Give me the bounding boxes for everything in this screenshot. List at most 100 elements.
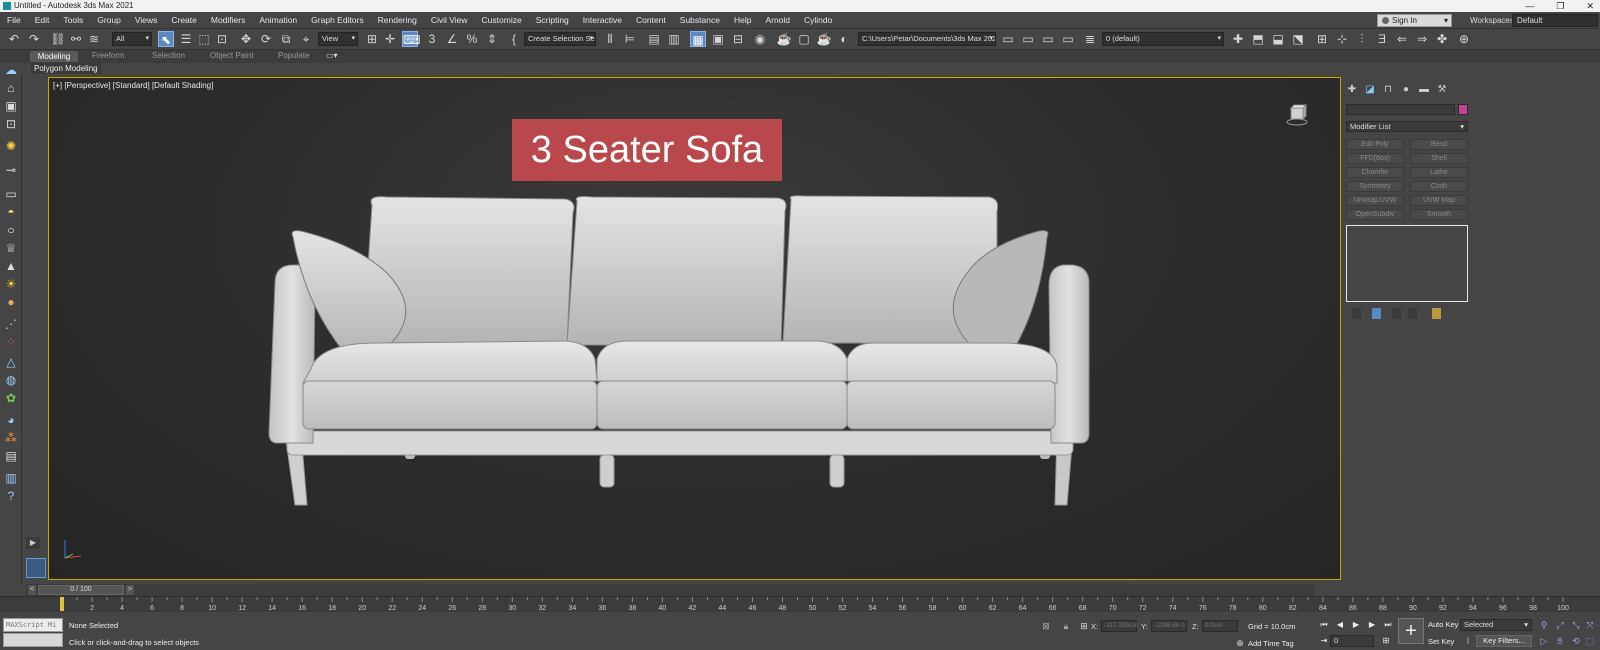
x-coordinate-field[interactable]: -117.985cm (1101, 620, 1138, 632)
schematic-view-icon[interactable]: ⊟ (730, 31, 746, 47)
key-mode-icon[interactable]: ⇥ (1318, 635, 1330, 647)
absolute-mode-icon[interactable]: ⊞ (1078, 620, 1090, 632)
modify-tab-icon[interactable]: ◪ (1364, 84, 1376, 96)
menu-create[interactable]: Create (164, 15, 204, 25)
motion-tab-icon[interactable]: ● (1400, 84, 1412, 96)
layer-dropdown[interactable]: 0 (default) ▾ (1102, 32, 1224, 46)
screen-icon[interactable]: ▣ (3, 98, 19, 114)
go-to-start-icon[interactable]: ⏮ (1318, 619, 1330, 631)
ribbon-options-icon[interactable]: ▭▾ (326, 51, 338, 60)
next-frame-icon[interactable]: > (126, 585, 134, 595)
import-icon[interactable]: ▭ (1060, 31, 1076, 47)
menu-edit[interactable]: Edit (28, 15, 57, 25)
y-coordinate-field[interactable]: -1298.66 c (1151, 620, 1187, 632)
set-key-button[interactable]: Set Key (1428, 637, 1454, 646)
modifier-button[interactable]: Bend (1410, 139, 1468, 150)
menu-cylindo[interactable]: Cylindo (797, 15, 839, 25)
current-frame-marker[interactable] (60, 597, 64, 611)
mirror-tool-icon[interactable]: Ǝ (1374, 31, 1390, 47)
undo-icon[interactable]: ↶ (6, 31, 22, 47)
pan-view-icon[interactable]: ✋︎ (1554, 635, 1566, 647)
pivot-center-icon[interactable]: ⊞ (364, 31, 380, 47)
hide-layer-icon[interactable]: ⬔ (1290, 31, 1306, 47)
spinner-snap-icon[interactable]: ⇕ (484, 31, 500, 47)
go-to-end-icon[interactable]: ⏭ (1382, 619, 1394, 631)
sign-in-dropdown[interactable]: Sign In ▾ (1377, 14, 1452, 27)
world-icon[interactable]: ◕ (3, 412, 19, 428)
modifier-button[interactable]: OpenSubdiv (1346, 209, 1404, 220)
modifier-button[interactable]: Shell (1410, 153, 1468, 164)
move-icon[interactable]: ✥ (238, 31, 254, 47)
menu-help[interactable]: Help (727, 15, 758, 25)
placement-icon[interactable]: ⌖ (298, 31, 314, 47)
menu-group[interactable]: Group (90, 15, 128, 25)
time-tag-icon[interactable]: ⊕ (1234, 637, 1246, 649)
zoom-icon[interactable]: ⊡ (3, 116, 19, 132)
zoom-extents-icon[interactable]: ⤡ (1570, 619, 1582, 631)
color-icon[interactable]: ⁂ (3, 430, 19, 446)
zoom-all-icon[interactable]: ⤢ (1554, 619, 1566, 631)
workspaces-dropdown[interactable]: Default (1512, 14, 1598, 27)
menu-views[interactable]: Views (128, 15, 165, 25)
modifier-button[interactable]: Edit Poly (1346, 139, 1404, 150)
help-icon[interactable]: ? (3, 488, 19, 504)
select-manipulate-icon[interactable]: ✛ (382, 31, 398, 47)
snaps-toggle-icon[interactable]: 3 (424, 31, 440, 47)
modifier-button[interactable]: Chamfer (1346, 167, 1404, 178)
tab-modeling[interactable]: Modeling (30, 51, 78, 62)
menu-content[interactable]: Content (629, 15, 673, 25)
named-selection-dropdown[interactable]: Create Selection Se ▾ (524, 32, 596, 46)
sofa-model[interactable] (267, 193, 1097, 533)
close-button[interactable]: ✕ (1586, 0, 1594, 12)
viewport-layout-icon[interactable] (26, 558, 46, 578)
selection-region-icon[interactable]: ⬚ (196, 31, 212, 47)
remove-modifier-icon[interactable] (1408, 308, 1417, 319)
create-tab-icon[interactable]: ✚ (1346, 84, 1358, 96)
auto-key-button[interactable]: Auto Key (1428, 620, 1458, 629)
menu-animation[interactable]: Animation (252, 15, 304, 25)
disc-icon[interactable]: ● (3, 294, 19, 310)
modifier-button[interactable]: Cloth (1410, 181, 1468, 192)
link-icon[interactable]: ⛓ (50, 31, 66, 47)
menu-rendering[interactable]: Rendering (371, 15, 424, 25)
crown-icon[interactable]: ♕ (3, 240, 19, 256)
scene-explorer-icon[interactable]: ▤ (646, 31, 662, 47)
time-slider[interactable]: < 0 / 100 > (26, 584, 1314, 596)
menu-modifiers[interactable]: Modifiers (204, 15, 252, 25)
helper-icon[interactable]: △ (3, 354, 19, 370)
time-slider-thumb[interactable]: 0 / 100 (38, 585, 124, 595)
tab-populate[interactable]: Populate (278, 51, 310, 60)
mirror-icon[interactable]: ⫴ (602, 31, 618, 47)
bind-spacewarp-icon[interactable]: ≋ (86, 31, 102, 47)
key-tangent-icon[interactable]: ⌇ (1462, 635, 1474, 647)
arrow-left-icon[interactable]: ⇐ (1394, 31, 1410, 47)
zoom-viewport-icon[interactable]: ⚲ (1538, 619, 1550, 631)
project-folder-icon[interactable]: ▭ (1000, 31, 1016, 47)
menu-interactive[interactable]: Interactive (576, 15, 629, 25)
object-name-field[interactable] (1346, 104, 1455, 115)
light-icon[interactable]: ✺ (3, 138, 19, 154)
omni-icon[interactable]: ○ (3, 222, 19, 238)
polygon-modeling-label[interactable]: Polygon Modeling (31, 63, 101, 74)
z-coordinate-field[interactable]: 0.0cm (1202, 620, 1238, 632)
mesh-icon[interactable]: ⋰ (3, 316, 19, 332)
percent-snap-icon[interactable]: % (464, 31, 480, 47)
edit-named-selection-icon[interactable]: { (506, 31, 522, 47)
add-time-tag[interactable]: Add Time Tag (1248, 639, 1294, 648)
modifier-stack[interactable] (1346, 225, 1468, 302)
menu-graph-editors[interactable]: Graph Editors (304, 15, 370, 25)
sphere-icon[interactable]: ◓ (3, 204, 19, 220)
lock-selection-icon[interactable]: 🔒︎ (1060, 620, 1072, 632)
utilities-tab-icon[interactable]: ⚒ (1436, 84, 1448, 96)
angle-snap-icon[interactable]: ∠ (444, 31, 460, 47)
orbit-icon[interactable]: ⟲ (1570, 635, 1582, 647)
modifier-button[interactable]: Lathe (1410, 167, 1468, 178)
make-unique-icon[interactable] (1392, 308, 1401, 319)
render-in-cloud-icon[interactable]: ◐ (836, 31, 852, 47)
toggle-ribbon-icon[interactable]: ▦ (690, 31, 706, 47)
rendered-frame-icon[interactable]: ▢ (796, 31, 812, 47)
selection-filter-dropdown[interactable]: All ▾ (112, 32, 152, 46)
next-frame-button-icon[interactable]: ▶ (1366, 619, 1378, 631)
select-by-name-icon[interactable]: ☰ (178, 31, 194, 47)
pin-stack-icon[interactable] (1352, 308, 1361, 319)
